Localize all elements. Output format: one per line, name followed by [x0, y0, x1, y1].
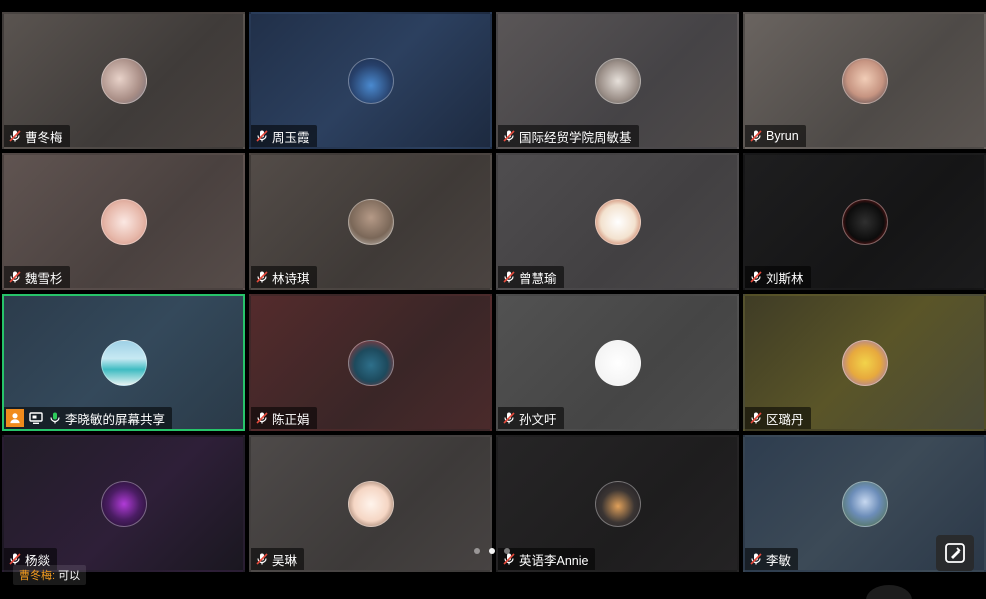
participant-nameplate: 周玉霞 [251, 125, 317, 147]
participant-name: 李晓敏的屏幕共享 [65, 412, 166, 427]
avatar [594, 339, 641, 386]
participant-name: 刘斯林 [766, 271, 804, 286]
avatar [347, 339, 394, 386]
participant-name: 魏雪杉 [25, 271, 63, 286]
avatar [347, 57, 394, 104]
floating-control-edge[interactable] [866, 585, 912, 599]
chat-text: 可以 [58, 570, 81, 582]
participant-nameplate: 英语李Annie [498, 548, 596, 570]
avatar [594, 57, 641, 104]
participant-nameplate: 林诗琪 [251, 266, 317, 288]
participant-tile[interactable]: 吴琳 [249, 435, 492, 572]
participant-tile[interactable]: 区璐丹 [743, 294, 986, 431]
mic-muted-icon [255, 129, 269, 143]
participant-name: 曾慧瑜 [519, 271, 557, 286]
participant-name: 区璐丹 [766, 412, 804, 427]
mic-muted-icon [749, 129, 763, 143]
participant-nameplate: 曹冬梅 [4, 125, 70, 147]
participant-tile[interactable]: 孙文吁 [496, 294, 739, 431]
avatar [594, 480, 641, 527]
mic-muted-icon [502, 411, 516, 425]
participant-name: 周玉霞 [272, 130, 310, 145]
participant-tile[interactable]: 魏雪杉 [2, 153, 245, 290]
participant-tile[interactable]: 曹冬梅 [2, 12, 245, 149]
chat-sender: 曹冬梅: [19, 570, 56, 582]
avatar [100, 57, 147, 104]
mic-muted-icon [255, 411, 269, 425]
avatar [841, 480, 888, 527]
participant-tile[interactable]: 曾慧瑜 [496, 153, 739, 290]
participant-nameplate: 吴琳 [251, 548, 305, 570]
participant-tile[interactable]: 林诗琪 [249, 153, 492, 290]
participant-nameplate: 李晓敏的屏幕共享 [4, 407, 173, 429]
page-dot[interactable] [489, 548, 495, 554]
page-dot[interactable] [504, 548, 510, 554]
mic-muted-icon [749, 411, 763, 425]
mic-muted-icon [8, 552, 22, 566]
avatar [594, 198, 641, 245]
avatar [100, 339, 147, 386]
avatar [100, 480, 147, 527]
mic-muted-icon [749, 270, 763, 284]
participant-name: Byrun [766, 129, 799, 143]
participant-nameplate: 曾慧瑜 [498, 266, 564, 288]
participant-tile[interactable]: 李晓敏的屏幕共享 [2, 294, 245, 431]
mic-active-icon [48, 411, 62, 425]
screen-share-icon [27, 409, 45, 427]
mic-muted-icon [502, 129, 516, 143]
avatar [841, 339, 888, 386]
participant-nameplate: Byrun [745, 125, 806, 147]
mic-muted-icon [8, 129, 22, 143]
avatar [841, 198, 888, 245]
mic-muted-icon [8, 270, 22, 284]
participant-nameplate: 国际经贸学院周敏基 [498, 125, 639, 147]
page-indicator[interactable] [474, 548, 510, 554]
mic-muted-icon [749, 552, 763, 566]
participant-tile[interactable]: 英语李Annie [496, 435, 739, 572]
participant-tile[interactable]: 周玉霞 [249, 12, 492, 149]
avatar [100, 198, 147, 245]
participant-nameplate: 李敏 [745, 548, 799, 570]
participant-name: 英语李Annie [519, 553, 589, 568]
mic-muted-icon [255, 270, 269, 284]
participant-name: 国际经贸学院周敏基 [519, 130, 632, 145]
chat-message: 曹冬梅: 可以 [13, 565, 87, 585]
avatar [347, 480, 394, 527]
participant-tile[interactable]: Byrun [743, 12, 986, 149]
annotate-icon [945, 543, 965, 563]
video-grid: 曹冬梅 周玉霞 国际经贸学院周敏基 Byrun 魏雪杉 林诗琪 曾慧瑜 刘斯林李晓敏的屏幕共享… [0, 12, 986, 572]
participant-nameplate: 区璐丹 [745, 407, 811, 429]
participant-name: 孙文吁 [519, 412, 557, 427]
mic-muted-icon [502, 270, 516, 284]
user-icon [6, 409, 24, 427]
participant-tile[interactable]: 杨燚 [2, 435, 245, 572]
mic-muted-icon [502, 552, 516, 566]
mic-muted-icon [255, 552, 269, 566]
participant-name: 陈正娟 [272, 412, 310, 427]
participant-tile[interactable]: 刘斯林 [743, 153, 986, 290]
participant-name: 曹冬梅 [25, 130, 63, 145]
participant-nameplate: 刘斯林 [745, 266, 811, 288]
participant-nameplate: 陈正娟 [251, 407, 317, 429]
annotate-button[interactable] [936, 535, 974, 571]
participant-nameplate: 魏雪杉 [4, 266, 70, 288]
participant-tile[interactable]: 国际经贸学院周敏基 [496, 12, 739, 149]
page-dot[interactable] [474, 548, 480, 554]
participant-tile[interactable]: 陈正娟 [249, 294, 492, 431]
avatar [841, 57, 888, 104]
participant-nameplate: 孙文吁 [498, 407, 564, 429]
participant-name: 吴琳 [272, 553, 298, 568]
participant-name: 林诗琪 [272, 271, 310, 286]
participant-name: 李敏 [766, 553, 792, 568]
avatar [347, 198, 394, 245]
